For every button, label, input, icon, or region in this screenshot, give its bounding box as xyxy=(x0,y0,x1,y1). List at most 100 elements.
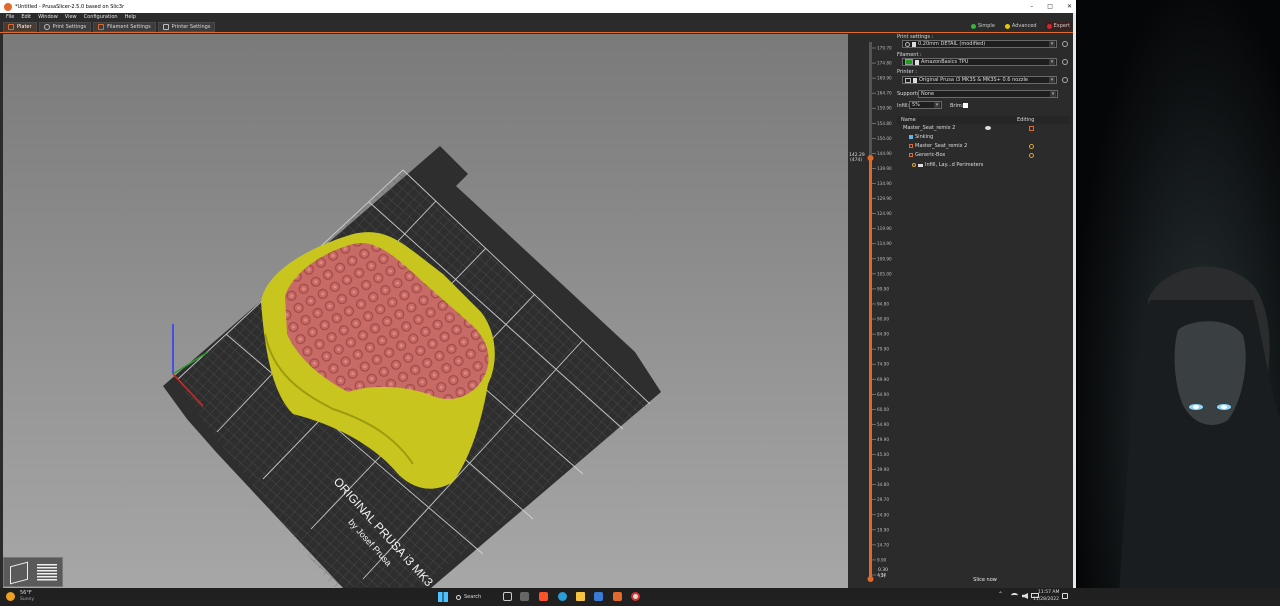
list-item-modifier[interactable]: Generic-Box xyxy=(909,151,945,159)
prusaslicer-window: *Untitled - PrusaSlicer-2.5.0 based on S… xyxy=(0,0,1076,588)
store-icon[interactable] xyxy=(594,592,603,601)
window-scrollbar[interactable] xyxy=(1073,13,1076,588)
slider-tick-label: 124.90 xyxy=(877,211,892,216)
weather-desc: Sunny xyxy=(20,597,35,602)
list-item-part[interactable]: Master_Seat_remix 2 xyxy=(909,142,967,150)
tab-plater[interactable]: Plater xyxy=(3,21,37,32)
slider-tick-label: 84.90 xyxy=(877,332,889,337)
volume-icon[interactable] xyxy=(1022,593,1028,599)
tab-filament-settings-label: Filament Settings xyxy=(107,23,151,30)
slider-tick-label: 99.90 xyxy=(877,286,889,291)
menu-bar: File Edit Window View Configuration Help xyxy=(0,13,1076,21)
menu-configuration[interactable]: Configuration xyxy=(84,14,118,20)
brave-icon[interactable] xyxy=(539,592,548,601)
notification-icon[interactable] xyxy=(1062,593,1068,599)
3d-viewport[interactable]: ORIGINAL PRUSA i3 MK3 by Josef Prusa xyxy=(3,34,848,588)
slider-tick-label: 105.00 xyxy=(877,271,892,276)
3d-view-icon[interactable] xyxy=(10,561,28,585)
printer-combo[interactable]: Original Prusa i3 MK3S & MK3S+ 0.6 nozzl… xyxy=(902,76,1057,84)
filament-gear-icon[interactable] xyxy=(1062,59,1068,65)
print-settings-gear-icon[interactable] xyxy=(1062,41,1068,47)
menu-help[interactable]: Help xyxy=(125,14,136,20)
slider-tick-label: 19.90 xyxy=(877,527,889,532)
prusaslicer-app-icon xyxy=(4,2,12,11)
view-buttons xyxy=(3,557,63,587)
slider-tick-label: 159.90 xyxy=(877,106,892,111)
print-settings-value: 0.20mm DETAIL (modified) xyxy=(918,41,986,47)
part-settings-icon[interactable] xyxy=(1029,144,1034,149)
maximize-button[interactable]: □ xyxy=(1047,3,1053,10)
mode-simple-label: Simple xyxy=(977,23,995,29)
slice-now-button[interactable]: Slice now xyxy=(935,575,1035,585)
tab-filament-settings[interactable]: Filament Settings xyxy=(93,21,156,32)
mode-expert[interactable]: Expert xyxy=(1044,22,1072,30)
menu-window[interactable]: Window xyxy=(38,14,58,20)
edge-icon[interactable] xyxy=(558,592,567,601)
infill-value: 5% xyxy=(912,102,920,108)
sinking-label: Sinking xyxy=(915,134,934,140)
close-button[interactable]: ✕ xyxy=(1067,3,1072,10)
slider-tick-label: 60.00 xyxy=(877,407,889,412)
start-icon[interactable] xyxy=(438,592,448,602)
slider-tick-label: 129.90 xyxy=(877,196,892,201)
list-item-settings[interactable]: Infill, Lay...d Perimeters xyxy=(912,161,983,169)
tab-printer-settings[interactable]: Printer Settings xyxy=(157,21,216,32)
simple-mode-dot xyxy=(970,23,976,29)
column-name[interactable]: Name xyxy=(897,117,1017,123)
menu-file[interactable]: File xyxy=(6,14,14,20)
edit-object-icon[interactable] xyxy=(1029,126,1034,131)
taskview-icon[interactable] xyxy=(503,592,512,601)
slider-bottom-thumb[interactable] xyxy=(867,576,874,582)
spool-icon xyxy=(98,23,105,30)
printer-icon xyxy=(162,23,169,30)
filament-combo[interactable]: AmazonBasics TPU ▾ xyxy=(902,58,1057,66)
list-item-sinking[interactable]: Sinking xyxy=(909,133,933,141)
layer-slider[interactable]: 179.70 174.80 169.90 164.70 159.90 154.80 150.… xyxy=(848,34,894,588)
taskbar-search[interactable]: Search xyxy=(456,591,496,603)
printer-label: Printer : xyxy=(897,69,917,75)
widgets-icon[interactable] xyxy=(520,592,529,601)
visibility-eye-icon[interactable] xyxy=(985,126,991,130)
slider-top-thumb[interactable] xyxy=(867,155,874,161)
list-item-object[interactable]: Master_Seat_remix 2 xyxy=(903,124,955,132)
slider-tick-label: 24.90 xyxy=(877,512,889,517)
filament-value: AmazonBasics TPU xyxy=(921,59,969,65)
menu-edit[interactable]: Edit xyxy=(21,14,31,20)
prusaslicer-taskbar-icon[interactable] xyxy=(613,592,622,601)
printer-gear-icon[interactable] xyxy=(1062,77,1068,83)
slider-tick-label: 154.80 xyxy=(877,121,892,126)
slider-tick-label: 150.00 xyxy=(877,136,892,141)
supports-combo[interactable]: None ▾ xyxy=(918,90,1058,98)
tab-print-settings[interactable]: Print Settings xyxy=(38,21,92,32)
chrome-icon[interactable] xyxy=(631,592,640,601)
print-settings-combo[interactable]: 0.20mm DETAIL (modified) ▾ xyxy=(902,40,1057,48)
slider-tick-label: 90.00 xyxy=(877,317,889,322)
weather-temp[interactable]: 56°F xyxy=(20,590,32,596)
menu-view[interactable]: View xyxy=(65,14,77,20)
modifier-label: Generic-Box xyxy=(915,152,946,158)
mode-simple[interactable]: Simple xyxy=(969,22,997,30)
tab-printer-settings-label: Printer Settings xyxy=(171,23,211,30)
lock-icon xyxy=(915,59,919,65)
slider-range xyxy=(869,158,872,581)
slider-tick-label: 74.90 xyxy=(877,362,889,367)
preview-layers-icon[interactable] xyxy=(37,564,57,582)
slider-tick-label: 69.90 xyxy=(877,377,889,382)
slider-tick-label: 94.80 xyxy=(877,301,889,306)
chevron-down-icon: ▾ xyxy=(1049,59,1055,65)
advanced-mode-dot xyxy=(1004,23,1010,29)
column-editing[interactable]: Editing xyxy=(1017,117,1034,123)
weather-icon xyxy=(6,592,15,601)
modifier-settings-icon[interactable] xyxy=(1029,153,1034,158)
chevron-down-icon: ▾ xyxy=(1049,77,1055,83)
mode-advanced[interactable]: Advanced xyxy=(1003,22,1039,30)
file-explorer-icon[interactable] xyxy=(576,592,585,601)
brim-checkbox[interactable] xyxy=(963,103,968,108)
clock-date[interactable]: 11/28/2022 xyxy=(1033,597,1059,602)
tray-chevron-icon[interactable]: ⌃ xyxy=(998,591,1003,598)
clock-time[interactable]: 11:57 AM xyxy=(1038,590,1059,595)
minimize-button[interactable]: – xyxy=(1030,3,1033,10)
infill-combo[interactable]: 5% ▾ xyxy=(909,101,942,109)
expert-mode-dot xyxy=(1046,23,1052,29)
windows-taskbar: 56°F Sunny Search ⌃ 11:57 AM 11/28/2022 xyxy=(0,588,1280,606)
